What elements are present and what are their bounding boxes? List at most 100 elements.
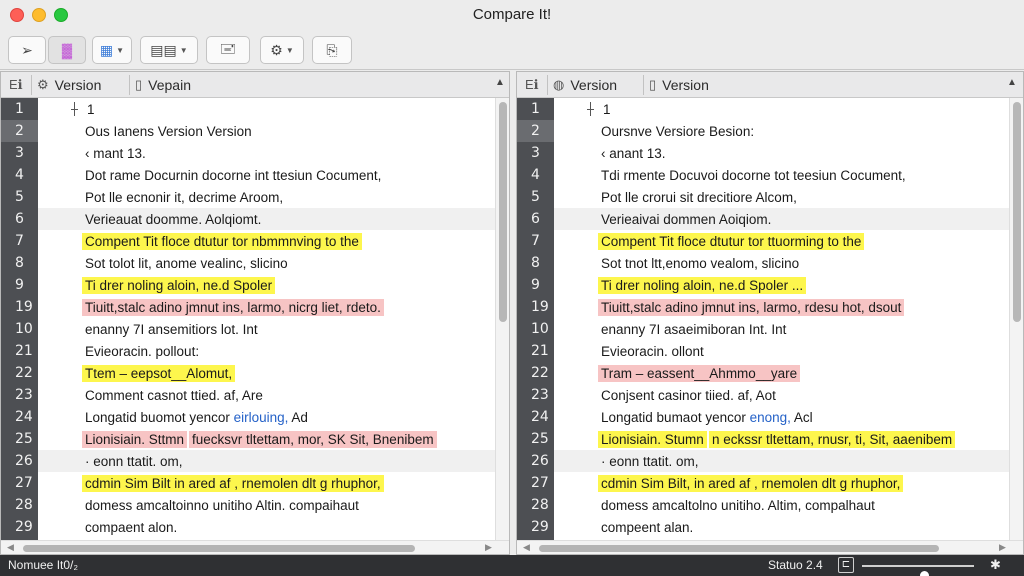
sort-up-icon[interactable]: ▲	[1007, 77, 1017, 88]
right-version-column[interactable]: ◍ Version	[553, 72, 617, 98]
code-line[interactable]: 1	[554, 98, 1009, 120]
code-line[interactable]: domess amcaltoinno unitiho Altin. compai…	[38, 494, 495, 516]
grid-icon: ▤▤	[150, 41, 177, 58]
line-text-content: · eonn ttatit. om,	[601, 454, 699, 469]
sort-up-icon[interactable]: ▲	[495, 77, 505, 88]
code-line[interactable]: · eonn ttatit. om,	[38, 450, 495, 472]
diff-highlight-text: Compent Tit floce dtutur tor nbmmnving t…	[82, 233, 362, 250]
left-code-area[interactable]: 1 Ous Ianens Version Version ‹ mant 13. Dot…	[38, 98, 495, 540]
right-info-column[interactable]: Eℹ	[525, 72, 539, 98]
code-line[interactable]: compeent alan.	[554, 516, 1009, 538]
left-vertical-scroll-thumb[interactable]	[499, 102, 507, 322]
code-line[interactable]: Tiuitt,stalc adino jmnut ins, larmo, nic…	[38, 296, 495, 318]
code-line[interactable]: Tiuitt,stalc adino jmnut ins, larmo, rde…	[554, 296, 1009, 318]
line-number: 22	[15, 365, 33, 381]
code-line[interactable]: Sot tolot lit, anome vealinc, slicino	[38, 252, 495, 274]
line-text: Dot rame Docurnin docorne int ttesiun Co…	[82, 167, 384, 184]
code-line[interactable]: Oursnve Versiore Besion:	[554, 120, 1009, 142]
stamp-tool-button[interactable]: 🖃	[206, 36, 250, 64]
code-line[interactable]: Longatid buomot yencor eirlouing, Ad	[38, 406, 495, 428]
left-horizontal-scrollbar[interactable]: ◀ ▶	[1, 540, 509, 554]
line-text: Verieaivai dommen Aoiqiom.	[598, 211, 774, 228]
code-line[interactable]: Ti drer noling aloin, ne.d Spoler	[38, 274, 495, 296]
pointer-icon: ➢	[21, 41, 33, 58]
code-line[interactable]: ‹ mant 13.	[38, 142, 495, 164]
gear-icon[interactable]: ✱	[990, 557, 1001, 573]
left-info-column[interactable]: Eℹ	[9, 72, 23, 98]
left-file-column[interactable]: ▯ Vepain	[135, 72, 191, 98]
code-line[interactable]: ‹ anant 13.	[554, 142, 1009, 164]
code-line[interactable]: Tram – eassent__Ahmmo__yare	[554, 362, 1009, 384]
title-bar: Compare It!	[0, 0, 1024, 30]
pointer-tool-button[interactable]: ➢	[8, 36, 46, 64]
right-code-area[interactable]: 1 Oursnve Versiore Besion: ‹ anant 13. Tdi …	[554, 98, 1009, 540]
line-text-content: Comment casnot ttied. af, Are	[85, 388, 263, 403]
code-line[interactable]: Verieaivai dommen Aoiqiom.	[554, 208, 1009, 230]
highlight-tool-button[interactable]: ▓	[48, 36, 86, 64]
code-line[interactable]: Ous Ianens Version Version	[38, 120, 495, 142]
code-line[interactable]: Evieoracin. pollout:	[38, 340, 495, 362]
line-text: Longatid bumaot yencor enong, Acl	[598, 409, 816, 426]
code-line[interactable]: Ti drer noling aloin, ne.d Spoler ...	[554, 274, 1009, 296]
code-line[interactable]: 1	[38, 98, 495, 120]
search-copy-button[interactable]: ⎘	[312, 36, 352, 64]
line-text: · eonn ttatit. om,	[598, 453, 702, 470]
file-icon: ▯	[649, 77, 657, 92]
line-text-content: Tiuitt,stalc adino jmnut ins, larmo, nic…	[85, 300, 381, 315]
code-line[interactable]: enanny 7I asaeimiboran Int. Int	[554, 318, 1009, 340]
code-line[interactable]: Lionisiain. Stumn n eckssr tltettam, rnu…	[554, 428, 1009, 450]
code-line[interactable]: Conjsent casinor tiied. af, Aot	[554, 384, 1009, 406]
code-line[interactable]: Lionisiain. Sttmn fuecksvr tltettam, mor…	[38, 428, 495, 450]
gear-icon: ⚙	[37, 77, 49, 92]
layout-grid-button[interactable]: ▤▤ ▼	[140, 36, 198, 64]
left-horizontal-scroll-thumb[interactable]	[23, 545, 415, 552]
diff-highlight-text: fuecksvr tltettam, mor, SK Sit, Bnenibem	[189, 431, 437, 448]
code-line[interactable]: cdmin Sim Bilt in ared af , rnemolen dlt…	[38, 472, 495, 494]
right-vertical-scrollbar[interactable]	[1009, 98, 1023, 540]
code-line[interactable]: Tdi rmente Docuvoi docorne tot teesiun C…	[554, 164, 1009, 186]
fold-marker-icon[interactable]	[71, 102, 78, 116]
line-number: 21	[15, 343, 33, 359]
file-icon: ▯	[135, 77, 143, 92]
line-text-content: Conjsent casinor tiied. af, Aot	[601, 388, 776, 403]
code-line[interactable]: Pot lle crorui sit drecitiore Alcom,	[554, 186, 1009, 208]
left-file-label: Vepain	[148, 77, 191, 93]
code-line[interactable]: Longatid bumaot yencor enong, Acl	[554, 406, 1009, 428]
code-line[interactable]: Sot tnot ltt,enomo vealom, slicino	[554, 252, 1009, 274]
line-text-content: Dot rame Docurnin docorne int ttesiun Co…	[85, 168, 382, 183]
left-version-column[interactable]: ⚙ Version	[37, 72, 101, 98]
code-line[interactable]: Dot rame Docurnin docorne int ttesiun Co…	[38, 164, 495, 186]
code-line[interactable]: Ttem – eepsot__Alomut,	[38, 362, 495, 384]
fold-marker-icon[interactable]	[587, 102, 594, 116]
right-horizontal-scrollbar[interactable]: ◀ ▶	[517, 540, 1023, 554]
zoom-slider[interactable]	[862, 565, 974, 576]
left-vertical-scrollbar[interactable]	[495, 98, 509, 540]
code-line[interactable]: cdmin Sim Bilt, in ared af , rnemolen dl…	[554, 472, 1009, 494]
code-line[interactable]: Comment casnot ttied. af, Are	[38, 384, 495, 406]
highlighter-icon: ▓	[61, 42, 73, 58]
scroll-right-icon[interactable]: ▶	[485, 542, 492, 553]
zoom-slider-knob[interactable]	[919, 571, 929, 576]
line-text: enanny 7I asaeimiboran Int. Int	[598, 321, 789, 338]
right-vertical-scroll-thumb[interactable]	[1013, 102, 1021, 322]
diff-highlight-text: Compent Tit floce dtutur tor ttuorming t…	[598, 233, 865, 250]
code-line[interactable]: domess amcaltolno unitiho. Altim, compal…	[554, 494, 1009, 516]
code-line[interactable]: Evieoracin. ollont	[554, 340, 1009, 362]
scroll-left-icon[interactable]: ◀	[523, 542, 530, 553]
right-file-column[interactable]: ▯ Version	[649, 72, 709, 98]
line-text: Tdi rmente Docuvoi docorne tot teesiun C…	[598, 167, 909, 184]
code-line[interactable]: Compent Tit floce dtutur tor ttuorming t…	[554, 230, 1009, 252]
code-line[interactable]: Compent Tit floce dtutur tor nbmmnving t…	[38, 230, 495, 252]
scroll-right-icon[interactable]: ▶	[999, 542, 1006, 553]
code-line[interactable]: enanny 7I ansemitiors lot. Int	[38, 318, 495, 340]
scroll-left-icon[interactable]: ◀	[7, 542, 14, 553]
settings-tool-button[interactable]: ⚙ ▼	[260, 36, 304, 64]
view-mode-icon[interactable]: ⊏	[838, 557, 854, 573]
color-view-button[interactable]: ▦ ▼	[92, 36, 132, 64]
right-horizontal-scroll-thumb[interactable]	[539, 545, 939, 552]
code-line[interactable]: Verieauat doomme. Aolqiomt.	[38, 208, 495, 230]
code-line[interactable]: compaent alon.	[38, 516, 495, 538]
code-line[interactable]: · eonn ttatit. om,	[554, 450, 1009, 472]
code-line[interactable]: Pot lle ecnonir it, decrime Aroom,	[38, 186, 495, 208]
line-text: Ous Ianens Version Version	[82, 123, 255, 140]
